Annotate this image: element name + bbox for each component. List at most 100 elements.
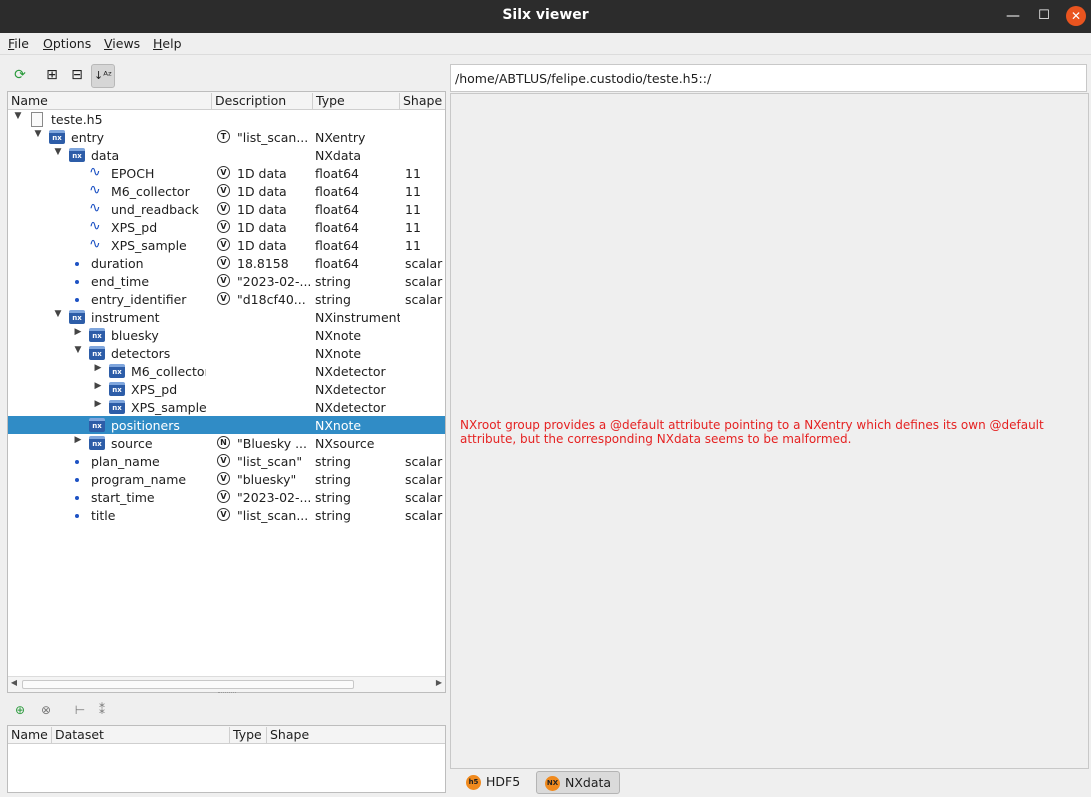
- nx-group-icon: nx: [89, 436, 105, 450]
- tree-row[interactable]: duration V 18.8158 float64 scalar: [8, 254, 445, 272]
- description-badge-icon: V: [217, 256, 230, 269]
- tree-row[interactable]: nx positioners NXnote: [8, 416, 445, 434]
- tree-row-name: XPS_sample: [131, 400, 206, 415]
- expand-arrow-down-icon[interactable]: ▼: [72, 345, 84, 355]
- expand-arrow-right-icon[interactable]: ▶: [92, 399, 104, 409]
- scalar-dot-icon: [75, 496, 79, 500]
- plot-col-type[interactable]: Type: [230, 727, 267, 743]
- tree-col-description[interactable]: Description: [212, 93, 313, 109]
- splitter-handle[interactable]: [218, 692, 236, 694]
- tree-row-type: float64: [315, 220, 359, 235]
- menu-options-label: ptions: [52, 36, 92, 51]
- description-badge-icon: V: [217, 490, 230, 503]
- expand-arrow-down-icon[interactable]: ▼: [52, 147, 64, 157]
- sort-icon[interactable]: ↓ᴬᶻ: [91, 64, 115, 88]
- tree-row[interactable]: ∿ und_readback V 1D data float64 11: [8, 200, 445, 218]
- tree-row[interactable]: ∿ XPS_pd V 1D data float64 11: [8, 218, 445, 236]
- tree-row[interactable]: ▼ nx instrument NXinstrument: [8, 308, 445, 326]
- tree-row-description: "d18cf40...: [237, 292, 306, 307]
- tree-row[interactable]: ▼ nx entry T "list_scan... NXentry: [8, 128, 445, 146]
- hdf5-tree[interactable]: Name Description Type Shape ▼ teste.h5 ▼ nx…: [7, 91, 446, 693]
- tree-row[interactable]: ▶ nx XPS_sample NXdetector: [8, 398, 445, 416]
- tree-row[interactable]: start_time V "2023-02-... string scalar: [8, 488, 445, 506]
- description-badge-icon: V: [217, 184, 230, 197]
- refresh-icon[interactable]: ⟳: [8, 64, 32, 88]
- scalar-dot-icon: [75, 280, 79, 284]
- insert-icon[interactable]: ⊢: [70, 700, 90, 720]
- expand-arrow-right-icon[interactable]: ▶: [72, 435, 84, 445]
- tree-row-name: source: [111, 436, 153, 451]
- collapse-all-icon[interactable]: ⊟: [65, 64, 89, 88]
- expand-arrow-down-icon[interactable]: ▼: [12, 111, 24, 121]
- tree-horizontal-scrollbar[interactable]: ◀ ▶: [8, 676, 445, 692]
- tree-row-type: string: [315, 274, 351, 289]
- scroll-right-icon[interactable]: ▶: [433, 678, 445, 687]
- tree-row-description: 1D data: [237, 220, 287, 235]
- clear-icon[interactable]: ⁑: [92, 700, 112, 720]
- tab-nxdata[interactable]: NX NXdata: [536, 771, 621, 794]
- tree-row-shape: scalar: [405, 508, 443, 523]
- nx-group-icon: nx: [89, 418, 105, 432]
- path-field[interactable]: /home/ABTLUS/felipe.custodio/teste.h5::/: [450, 64, 1087, 92]
- tree-row-description: 1D data: [237, 238, 287, 253]
- tree-row-description: "2023-02-...: [237, 490, 311, 505]
- tree-row[interactable]: ▼ nx detectors NXnote: [8, 344, 445, 362]
- tree-row[interactable]: ▶ nx XPS_pd NXdetector: [8, 380, 445, 398]
- menu-help[interactable]: Help: [153, 36, 182, 51]
- tree-row[interactable]: ∿ EPOCH V 1D data float64 11: [8, 164, 445, 182]
- remove-dataset-icon[interactable]: ⊗: [36, 700, 56, 720]
- tree-row-type: float64: [315, 184, 359, 199]
- data-view-area: NXroot group provides a @default attribu…: [450, 93, 1089, 769]
- maximize-icon[interactable]: ☐: [1034, 6, 1054, 26]
- close-icon[interactable]: ✕: [1066, 6, 1086, 26]
- tree-row[interactable]: ▶ nx source N "Bluesky ... NXsource: [8, 434, 445, 452]
- plot-col-shape[interactable]: Shape: [267, 727, 327, 743]
- plot-dataset-table[interactable]: Name Dataset Type Shape: [7, 725, 446, 793]
- tree-row[interactable]: ▶ nx bluesky NXnote: [8, 326, 445, 344]
- tree-row[interactable]: ▼ teste.h5: [8, 110, 445, 128]
- expand-arrow-right-icon[interactable]: ▶: [72, 327, 84, 337]
- tree-row-type: NXdetector: [315, 400, 386, 415]
- plot-col-name[interactable]: Name: [8, 727, 52, 743]
- tree-col-shape[interactable]: Shape: [400, 93, 445, 109]
- tree-row-type: NXnote: [315, 346, 362, 361]
- expand-all-icon[interactable]: ⊞: [40, 64, 64, 88]
- tree-row[interactable]: ∿ M6_collector V 1D data float64 11: [8, 182, 445, 200]
- menu-bar: File Options Views Help: [0, 33, 1091, 55]
- tree-row[interactable]: ▶ nx M6_collector NXdetector: [8, 362, 445, 380]
- scroll-left-icon[interactable]: ◀: [8, 678, 20, 687]
- tree-row[interactable]: program_name V "bluesky" string scalar: [8, 470, 445, 488]
- tree-row-name: positioners: [111, 418, 180, 433]
- expand-arrow-right-icon[interactable]: ▶: [92, 363, 104, 373]
- tree-row-type: string: [315, 454, 351, 469]
- menu-file[interactable]: File: [8, 36, 29, 51]
- menu-views[interactable]: Views: [104, 36, 140, 51]
- tab-hdf5[interactable]: h5 HDF5: [458, 771, 528, 794]
- minimize-icon[interactable]: —: [1003, 6, 1023, 26]
- tree-col-name[interactable]: Name: [8, 93, 212, 109]
- scalar-dot-icon: [75, 478, 79, 482]
- tree-row[interactable]: ▼ nx data NXdata: [8, 146, 445, 164]
- tree-col-type[interactable]: Type: [313, 93, 400, 109]
- expand-arrow-right-icon[interactable]: ▶: [92, 381, 104, 391]
- tree-row-type: NXdetector: [315, 382, 386, 397]
- tree-row[interactable]: end_time V "2023-02-... string scalar: [8, 272, 445, 290]
- description-badge-icon: V: [217, 472, 230, 485]
- tree-row[interactable]: plan_name V "list_scan" string scalar: [8, 452, 445, 470]
- tree-row[interactable]: entry_identifier V "d18cf40... string scalar: [8, 290, 445, 308]
- tree-row-name: XPS_pd: [131, 382, 178, 397]
- tree-row[interactable]: ∿ XPS_sample V 1D data float64 11: [8, 236, 445, 254]
- expand-arrow-down-icon[interactable]: ▼: [32, 129, 44, 139]
- scrollbar-thumb[interactable]: [22, 680, 354, 689]
- tree-row-name: title: [91, 508, 116, 523]
- tab-nxdata-label: NXdata: [565, 775, 612, 790]
- tree-row-shape: scalar: [405, 472, 443, 487]
- menu-options[interactable]: Options: [43, 36, 91, 51]
- tree-row[interactable]: title V "list_scan... string scalar: [8, 506, 445, 524]
- plot-col-dataset[interactable]: Dataset: [52, 727, 230, 743]
- add-dataset-icon[interactable]: ⊕: [10, 700, 30, 720]
- expand-arrow-down-icon[interactable]: ▼: [52, 309, 64, 319]
- tree-row-type: NXnote: [315, 328, 362, 343]
- description-badge-icon: N: [217, 436, 230, 449]
- tree-row-description: 1D data: [237, 184, 287, 199]
